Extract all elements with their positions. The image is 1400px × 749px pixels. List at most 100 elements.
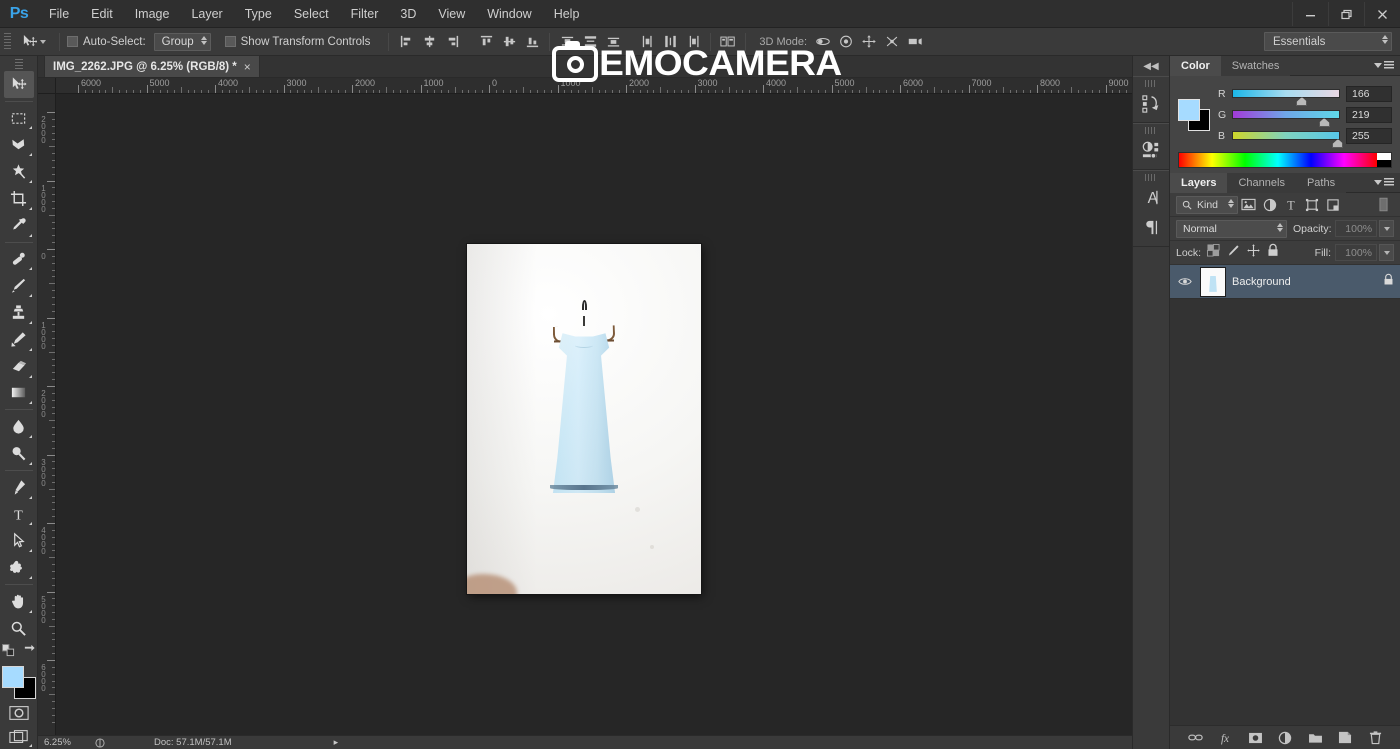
align-top-edges-icon[interactable] xyxy=(476,32,496,52)
color-panel-foreground-swatch[interactable] xyxy=(1178,98,1200,121)
kind-spinner-icon[interactable] xyxy=(1228,198,1234,208)
spot-healing-brush-tool[interactable] xyxy=(4,246,34,273)
align-vertical-centers-icon[interactable] xyxy=(499,32,519,52)
layer-row-background[interactable]: Background xyxy=(1170,265,1400,299)
paragraph-panel-icon[interactable] xyxy=(1133,212,1169,242)
flyout-triangle-icon[interactable] xyxy=(28,609,32,613)
channel-value-g[interactable]: 219 xyxy=(1346,106,1392,123)
flyout-triangle-icon[interactable] xyxy=(28,495,32,499)
dock-grip[interactable] xyxy=(1145,127,1157,134)
distribute-right-edges-icon[interactable] xyxy=(683,32,703,52)
lasso-tool[interactable] xyxy=(4,131,34,158)
tab-color[interactable]: Color xyxy=(1170,55,1221,76)
change-screen-mode-button[interactable] xyxy=(4,725,34,749)
link-layers-icon[interactable] xyxy=(1187,730,1203,746)
fill-chevron-down-icon[interactable] xyxy=(1379,244,1394,261)
quick-mask-mode-button[interactable] xyxy=(4,701,34,725)
channel-value-r[interactable]: 166 xyxy=(1346,85,1392,102)
magic-wand-tool[interactable] xyxy=(4,158,34,185)
flyout-triangle-icon[interactable] xyxy=(28,461,32,465)
scope-spinner-icon[interactable] xyxy=(200,35,207,45)
filter-type-layers-icon[interactable]: T xyxy=(1280,196,1301,214)
menu-select[interactable]: Select xyxy=(283,0,340,28)
tools-panel-grip[interactable] xyxy=(14,59,23,69)
canvas-area[interactable] xyxy=(56,94,1132,737)
character-panel-icon[interactable]: A xyxy=(1133,182,1169,212)
workspace-selector[interactable]: Essentials xyxy=(1264,32,1392,51)
auto-select-scope-dropdown[interactable]: Group xyxy=(153,32,211,51)
add-layer-style-icon[interactable]: fx xyxy=(1217,730,1233,746)
auto-select-checkbox[interactable] xyxy=(67,36,78,47)
flyout-triangle-icon[interactable] xyxy=(28,320,32,324)
hand-tool[interactable] xyxy=(4,588,34,615)
tab-layers[interactable]: Layers xyxy=(1170,172,1228,193)
distribute-top-edges-icon[interactable] xyxy=(557,32,577,52)
filter-smart-object-icon[interactable] xyxy=(1322,196,1343,214)
flyout-triangle-icon[interactable] xyxy=(28,206,32,210)
flyout-triangle-icon[interactable] xyxy=(28,575,32,579)
show-transform-controls-group[interactable]: Show Transform Controls xyxy=(224,36,370,48)
filter-pixel-layers-icon[interactable] xyxy=(1238,196,1259,214)
color-panel-menu-icon[interactable] xyxy=(1374,61,1394,69)
flyout-triangle-icon[interactable] xyxy=(28,435,32,439)
dock-grip[interactable] xyxy=(1145,80,1157,87)
slider-track-r[interactable] xyxy=(1232,89,1340,106)
flyout-triangle-icon[interactable] xyxy=(28,522,32,526)
close-icon[interactable] xyxy=(1364,2,1400,26)
align-horizontal-centers-icon[interactable] xyxy=(419,32,439,52)
layer-filter-kind-dropdown[interactable]: Kind xyxy=(1176,195,1238,214)
drag-3d-object-icon[interactable] xyxy=(859,32,879,52)
slide-3d-object-icon[interactable] xyxy=(882,32,902,52)
align-bottom-edges-icon[interactable] xyxy=(522,32,542,52)
show-transform-checkbox[interactable] xyxy=(224,36,236,47)
lock-image-pixels-icon[interactable] xyxy=(1227,244,1240,262)
flyout-triangle-icon[interactable] xyxy=(28,347,32,351)
blur-tool[interactable] xyxy=(4,413,34,440)
lock-all-icon[interactable] xyxy=(1267,243,1279,262)
swap-colors-icon[interactable] xyxy=(23,644,36,662)
menu-image[interactable]: Image xyxy=(124,0,181,28)
history-brush-tool[interactable] xyxy=(4,326,34,353)
close-document-icon[interactable]: × xyxy=(244,60,251,74)
blend-mode-dropdown[interactable]: Normal xyxy=(1176,219,1287,238)
zoom-level-field[interactable]: 6.25% xyxy=(38,737,92,748)
options-bar-grip[interactable] xyxy=(4,32,11,51)
flyout-triangle-icon[interactable] xyxy=(28,294,32,298)
fill-value[interactable]: 100% xyxy=(1335,244,1377,261)
document-tab[interactable]: IMG_2262.JPG @ 6.25% (RGB/8) * × xyxy=(44,55,260,77)
menu-layer[interactable]: Layer xyxy=(180,0,233,28)
default-colors-icon[interactable] xyxy=(1,643,15,662)
layer-name[interactable]: Background xyxy=(1232,276,1377,288)
menu-filter[interactable]: Filter xyxy=(340,0,390,28)
pen-tool[interactable] xyxy=(4,474,34,501)
dodge-tool[interactable] xyxy=(4,440,34,467)
horizontal-type-tool[interactable]: T xyxy=(4,501,34,528)
eyedropper-tool[interactable] xyxy=(4,212,34,239)
layer-visibility-toggle[interactable] xyxy=(1176,276,1194,287)
auto-select-checkbox-group[interactable]: Auto-Select: xyxy=(67,36,146,48)
rotate-3d-object-icon[interactable] xyxy=(813,32,833,52)
menu-3d[interactable]: 3D xyxy=(389,0,427,28)
menu-window[interactable]: Window xyxy=(476,0,542,28)
path-selection-tool[interactable] xyxy=(4,527,34,554)
flyout-triangle-icon[interactable] xyxy=(28,180,32,184)
add-layer-mask-icon[interactable] xyxy=(1247,730,1263,746)
blend-mode-spinner-icon[interactable] xyxy=(1276,222,1283,232)
zoom-tool[interactable] xyxy=(4,615,34,642)
tool-preset-chevron-icon[interactable] xyxy=(40,39,46,44)
slider-track-g[interactable] xyxy=(1232,110,1340,127)
restore-icon[interactable] xyxy=(1328,2,1364,26)
flyout-triangle-icon[interactable] xyxy=(28,267,32,271)
brush-tool[interactable] xyxy=(4,272,34,299)
opacity-value[interactable]: 100% xyxy=(1335,220,1378,237)
distribute-bottom-edges-icon[interactable] xyxy=(603,32,623,52)
color-panel-swatches[interactable] xyxy=(1178,98,1210,131)
document-canvas[interactable] xyxy=(467,244,701,594)
filter-shape-layers-icon[interactable] xyxy=(1301,196,1322,214)
minimize-icon[interactable] xyxy=(1292,2,1328,26)
foreground-color-swatch[interactable] xyxy=(1,665,24,688)
slider-track-b[interactable] xyxy=(1232,131,1344,148)
auto-align-layers-icon[interactable] xyxy=(718,32,738,52)
new-group-icon[interactable] xyxy=(1307,730,1323,746)
color-spectrum-ramp[interactable] xyxy=(1178,152,1392,168)
